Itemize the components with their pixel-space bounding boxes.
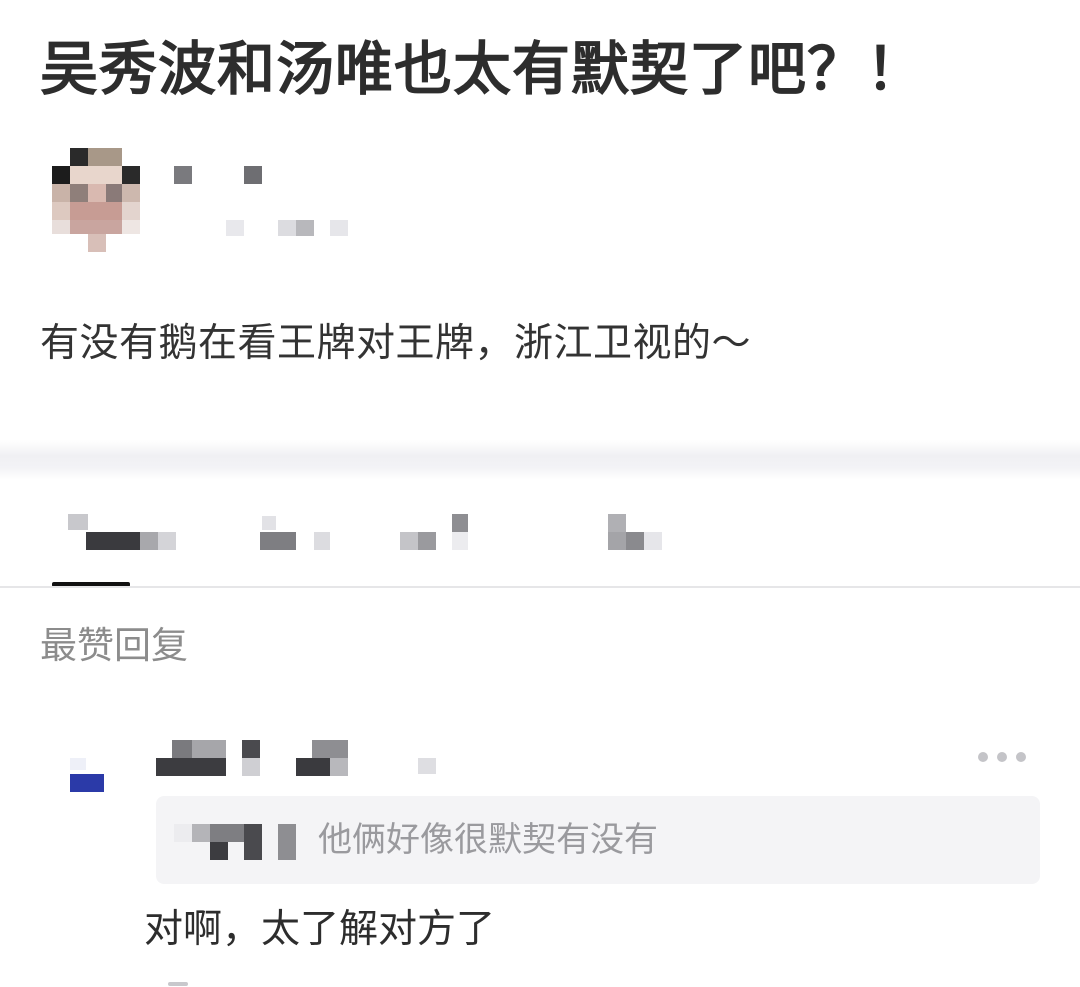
tab-1[interactable] [66,512,178,552]
section-label: 最赞回复 [40,624,188,667]
comment-avatar[interactable] [68,758,106,794]
more-dot [1016,752,1026,762]
tabs-divider [0,586,1080,588]
tab-4[interactable] [606,512,666,552]
author-avatar[interactable] [52,148,140,252]
section-separator [0,440,1080,480]
post-page: 吴秀波和汤唯也太有默契了吧？！ 有没有鹅在看王牌对王牌，浙江卫视的～ 最赞回复 … [0,0,1080,987]
tab-bar [0,500,1080,588]
author-name[interactable] [172,164,272,186]
more-horizontal-icon[interactable] [978,748,1026,766]
tab-2[interactable] [258,512,338,552]
quoted-text: 他俩好像很默契有没有 [318,820,658,860]
comment-text: 对啊，太了解对方了 [144,907,496,952]
quoted-reply[interactable]: 他俩好像很默契有没有 [156,796,1040,884]
author-meta [224,216,354,238]
tab-3[interactable] [398,512,478,552]
more-dot [997,752,1007,762]
reply-hint [168,980,190,987]
more-dot [978,752,988,762]
post-title: 吴秀波和汤唯也太有默契了吧？！ [40,35,926,103]
post-body: 有没有鹅在看王牌对王牌，浙江卫视的～ [40,321,752,366]
comment-author[interactable] [156,740,446,780]
quoted-author [174,824,298,862]
